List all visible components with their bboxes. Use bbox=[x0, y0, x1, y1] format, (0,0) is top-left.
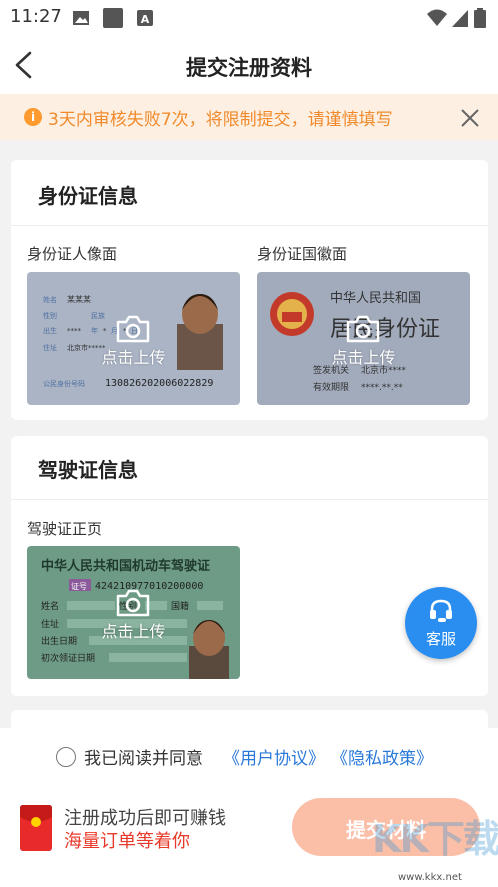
user-agreement-link[interactable]: 《用户协议》 bbox=[223, 744, 325, 769]
notification-icon: A bbox=[137, 10, 153, 26]
id-back-upload[interactable]: 中华人民共和国 居民身份证 签发机关 北京市**** 有效期限 ****.**.… bbox=[257, 272, 470, 405]
svg-text:****: **** bbox=[67, 327, 82, 335]
agreement-text: 我已阅读并同意 bbox=[84, 749, 203, 769]
page-title: 提交注册资料 bbox=[186, 56, 312, 80]
app-icon bbox=[103, 8, 123, 28]
svg-text:*: * bbox=[103, 327, 107, 335]
svg-text:A: A bbox=[141, 13, 150, 26]
svg-text:130826202006022829: 130826202006022829 bbox=[105, 378, 213, 389]
svg-text:某某某: 某某某 bbox=[67, 295, 91, 304]
promo-line-2: 海量订单等着你 bbox=[64, 831, 190, 852]
svg-text:年: 年 bbox=[91, 326, 98, 335]
agreement-checkbox[interactable] bbox=[56, 747, 76, 767]
license-front-upload[interactable]: 中华人民共和国机动车驾驶证 证号 424210977010200000 姓名 性… bbox=[27, 546, 240, 679]
svg-text:国籍: 国籍 bbox=[171, 600, 189, 612]
svg-text:中华人民共和国: 中华人民共和国 bbox=[330, 291, 421, 306]
license-section: 驾驶证信息 驾驶证正页 中华人民共和国机动车驾驶证 证号 42421097701… bbox=[11, 436, 488, 696]
id-back-label: 身份证国徽面 bbox=[257, 245, 348, 263]
nav-bar: 提交注册资料 bbox=[0, 36, 498, 94]
svg-text:姓名: 姓名 bbox=[41, 600, 59, 612]
status-bar: 11:27 A bbox=[0, 0, 498, 36]
gallery-icon bbox=[73, 11, 89, 25]
license-front-label: 驾驶证正页 bbox=[27, 520, 103, 538]
section-title: 驾驶证信息 bbox=[38, 458, 138, 482]
svg-text:出生: 出生 bbox=[43, 326, 57, 335]
upload-hint: 点击上传 bbox=[101, 348, 166, 367]
headset-icon bbox=[430, 599, 452, 622]
svg-text:民族: 民族 bbox=[91, 311, 105, 320]
info-icon: i bbox=[24, 108, 42, 126]
wifi-icon bbox=[427, 9, 447, 26]
svg-text:性别: 性别 bbox=[43, 311, 57, 320]
service-label: 客服 bbox=[425, 630, 456, 648]
camera-icon bbox=[116, 315, 150, 343]
id-card-section: 身份证信息 身份证人像面 身份证国徽面 姓名 某某某 性别 民族 出生 ****… bbox=[11, 160, 488, 420]
status-time: 11:27 bbox=[10, 6, 62, 27]
privacy-policy-link[interactable]: 《隐私政策》 bbox=[331, 744, 433, 769]
divider bbox=[11, 499, 488, 500]
upload-hint: 点击上传 bbox=[331, 348, 396, 367]
watermark-url: www.kkx.net bbox=[398, 872, 462, 883]
upload-hint: 点击上传 bbox=[101, 622, 166, 641]
svg-text:证号: 证号 bbox=[71, 582, 87, 591]
camera-icon bbox=[116, 589, 150, 617]
watermark-logo: KK下载 bbox=[372, 817, 498, 861]
divider bbox=[11, 225, 488, 226]
warning-text: 3天内审核失败7次，将限制提交，请谨慎填写 bbox=[48, 110, 393, 130]
id-front-upload[interactable]: 姓名 某某某 性别 民族 出生 **** 年 * 月 * 日 住址 北京市***… bbox=[27, 272, 240, 405]
battery-icon bbox=[474, 8, 486, 28]
red-envelope-icon bbox=[20, 805, 52, 851]
section-title: 身份证信息 bbox=[38, 184, 138, 208]
svg-text:公民身份号码: 公民身份号码 bbox=[43, 379, 85, 388]
camera-icon bbox=[346, 315, 380, 343]
signal-icon bbox=[452, 10, 468, 27]
id-front-label: 身份证人像面 bbox=[27, 245, 118, 263]
svg-text:中华人民共和国机动车驾驶证: 中华人民共和国机动车驾驶证 bbox=[41, 558, 210, 574]
svg-text:初次领证日期: 初次领证日期 bbox=[41, 652, 95, 664]
customer-service-button[interactable]: 客服 bbox=[405, 587, 477, 659]
svg-text:有效期限: 有效期限 bbox=[313, 381, 349, 393]
close-icon[interactable] bbox=[459, 107, 481, 129]
warning-banner: i 3天内审核失败7次，将限制提交，请谨慎填写 bbox=[0, 94, 498, 140]
svg-text:****.**.**: ****.**.** bbox=[361, 383, 403, 393]
svg-text:姓名: 姓名 bbox=[43, 295, 57, 304]
